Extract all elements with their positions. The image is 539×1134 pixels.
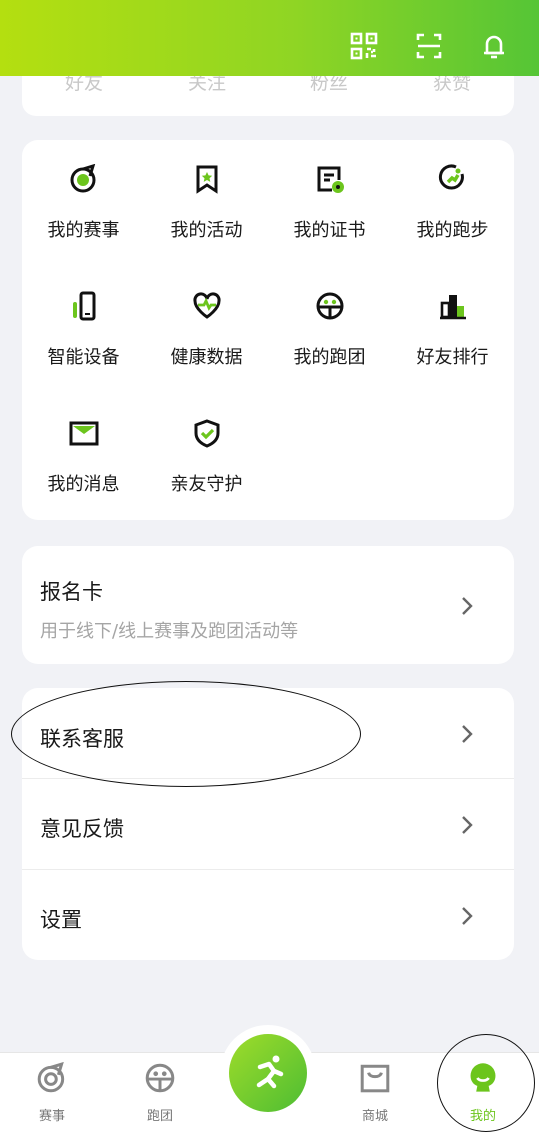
menu-item-label: 设置 <box>40 908 82 932</box>
grid-item-health-data[interactable]: 健康数据 <box>145 267 268 377</box>
grid-item-my-running-group[interactable]: 我的跑团 <box>268 267 391 377</box>
grid-item-family-guard[interactable]: 亲友守护 <box>145 394 268 504</box>
grid-label: 我的赛事 <box>47 220 120 241</box>
grid-item-smart-devices[interactable]: 智能设备 <box>22 267 145 377</box>
heart-icon <box>190 289 224 323</box>
bell-icon[interactable] <box>478 30 510 62</box>
grid-label: 我的跑团 <box>293 347 366 368</box>
event-icon <box>35 1061 69 1095</box>
chevron-right-icon <box>462 816 473 834</box>
message-icon <box>67 416 101 450</box>
menu-item-feedback[interactable]: 意见反馈 <box>22 779 514 869</box>
grid-item-friend-ranking[interactable]: 好友排行 <box>391 267 514 377</box>
qr-code-icon[interactable] <box>348 30 380 62</box>
running-icon <box>436 162 470 196</box>
grid-label: 我的消息 <box>47 474 120 495</box>
chevron-right-icon <box>462 725 473 743</box>
grid-label: 我的活动 <box>170 220 243 241</box>
tab-label: 商城 <box>361 1109 388 1124</box>
grid-item-my-messages[interactable]: 我的消息 <box>22 394 145 504</box>
tab-shop[interactable]: 商城 <box>335 1057 415 1133</box>
menu-item-settings[interactable]: 设置 <box>22 870 514 960</box>
grid-label: 好友排行 <box>416 347 489 368</box>
shield-icon <box>190 416 224 450</box>
tab-label: 跑团 <box>146 1109 173 1124</box>
grid-label: 亲友守护 <box>170 474 243 495</box>
grid-label: 智能设备 <box>47 347 120 368</box>
scan-icon[interactable] <box>413 30 445 62</box>
chevron-right-icon <box>462 907 473 925</box>
tab-running-group[interactable]: 跑团 <box>120 1057 200 1133</box>
function-grid: 我的赛事 我的活动 我的证书 我的跑步 智能设备 健康数据 我的跑团 好友排行 … <box>22 140 514 520</box>
annotation-circle <box>437 1034 535 1132</box>
certificate-icon <box>313 162 347 196</box>
grid-item-my-certificates[interactable]: 我的证书 <box>268 140 391 250</box>
activity-icon <box>190 162 224 196</box>
grid-item-my-activities[interactable]: 我的活动 <box>145 140 268 250</box>
top-bar <box>0 0 539 76</box>
registration-card[interactable]: 报名卡 用于线下/线上赛事及跑团活动等 <box>22 546 514 664</box>
ranking-icon <box>436 289 470 323</box>
grid-item-my-events[interactable]: 我的赛事 <box>22 140 145 250</box>
tab-label: 赛事 <box>38 1109 65 1124</box>
registration-title: 报名卡 <box>40 580 103 604</box>
chevron-right-icon <box>462 597 473 615</box>
grid-label: 我的证书 <box>293 220 366 241</box>
device-icon <box>67 289 101 323</box>
annotation-ellipse <box>11 681 361 787</box>
group-icon <box>143 1061 177 1095</box>
grid-label: 我的跑步 <box>416 220 489 241</box>
grid-label: 健康数据 <box>170 347 243 368</box>
registration-subtitle: 用于线下/线上赛事及跑团活动等 <box>40 621 299 642</box>
shop-icon <box>358 1061 392 1095</box>
start-run-button[interactable] <box>220 1025 316 1121</box>
tab-events[interactable]: 赛事 <box>12 1057 92 1133</box>
group-icon <box>313 289 347 323</box>
grid-item-my-running[interactable]: 我的跑步 <box>391 140 514 250</box>
runner-icon <box>229 1034 307 1112</box>
menu-item-label: 意见反馈 <box>40 817 124 841</box>
event-icon <box>67 162 101 196</box>
